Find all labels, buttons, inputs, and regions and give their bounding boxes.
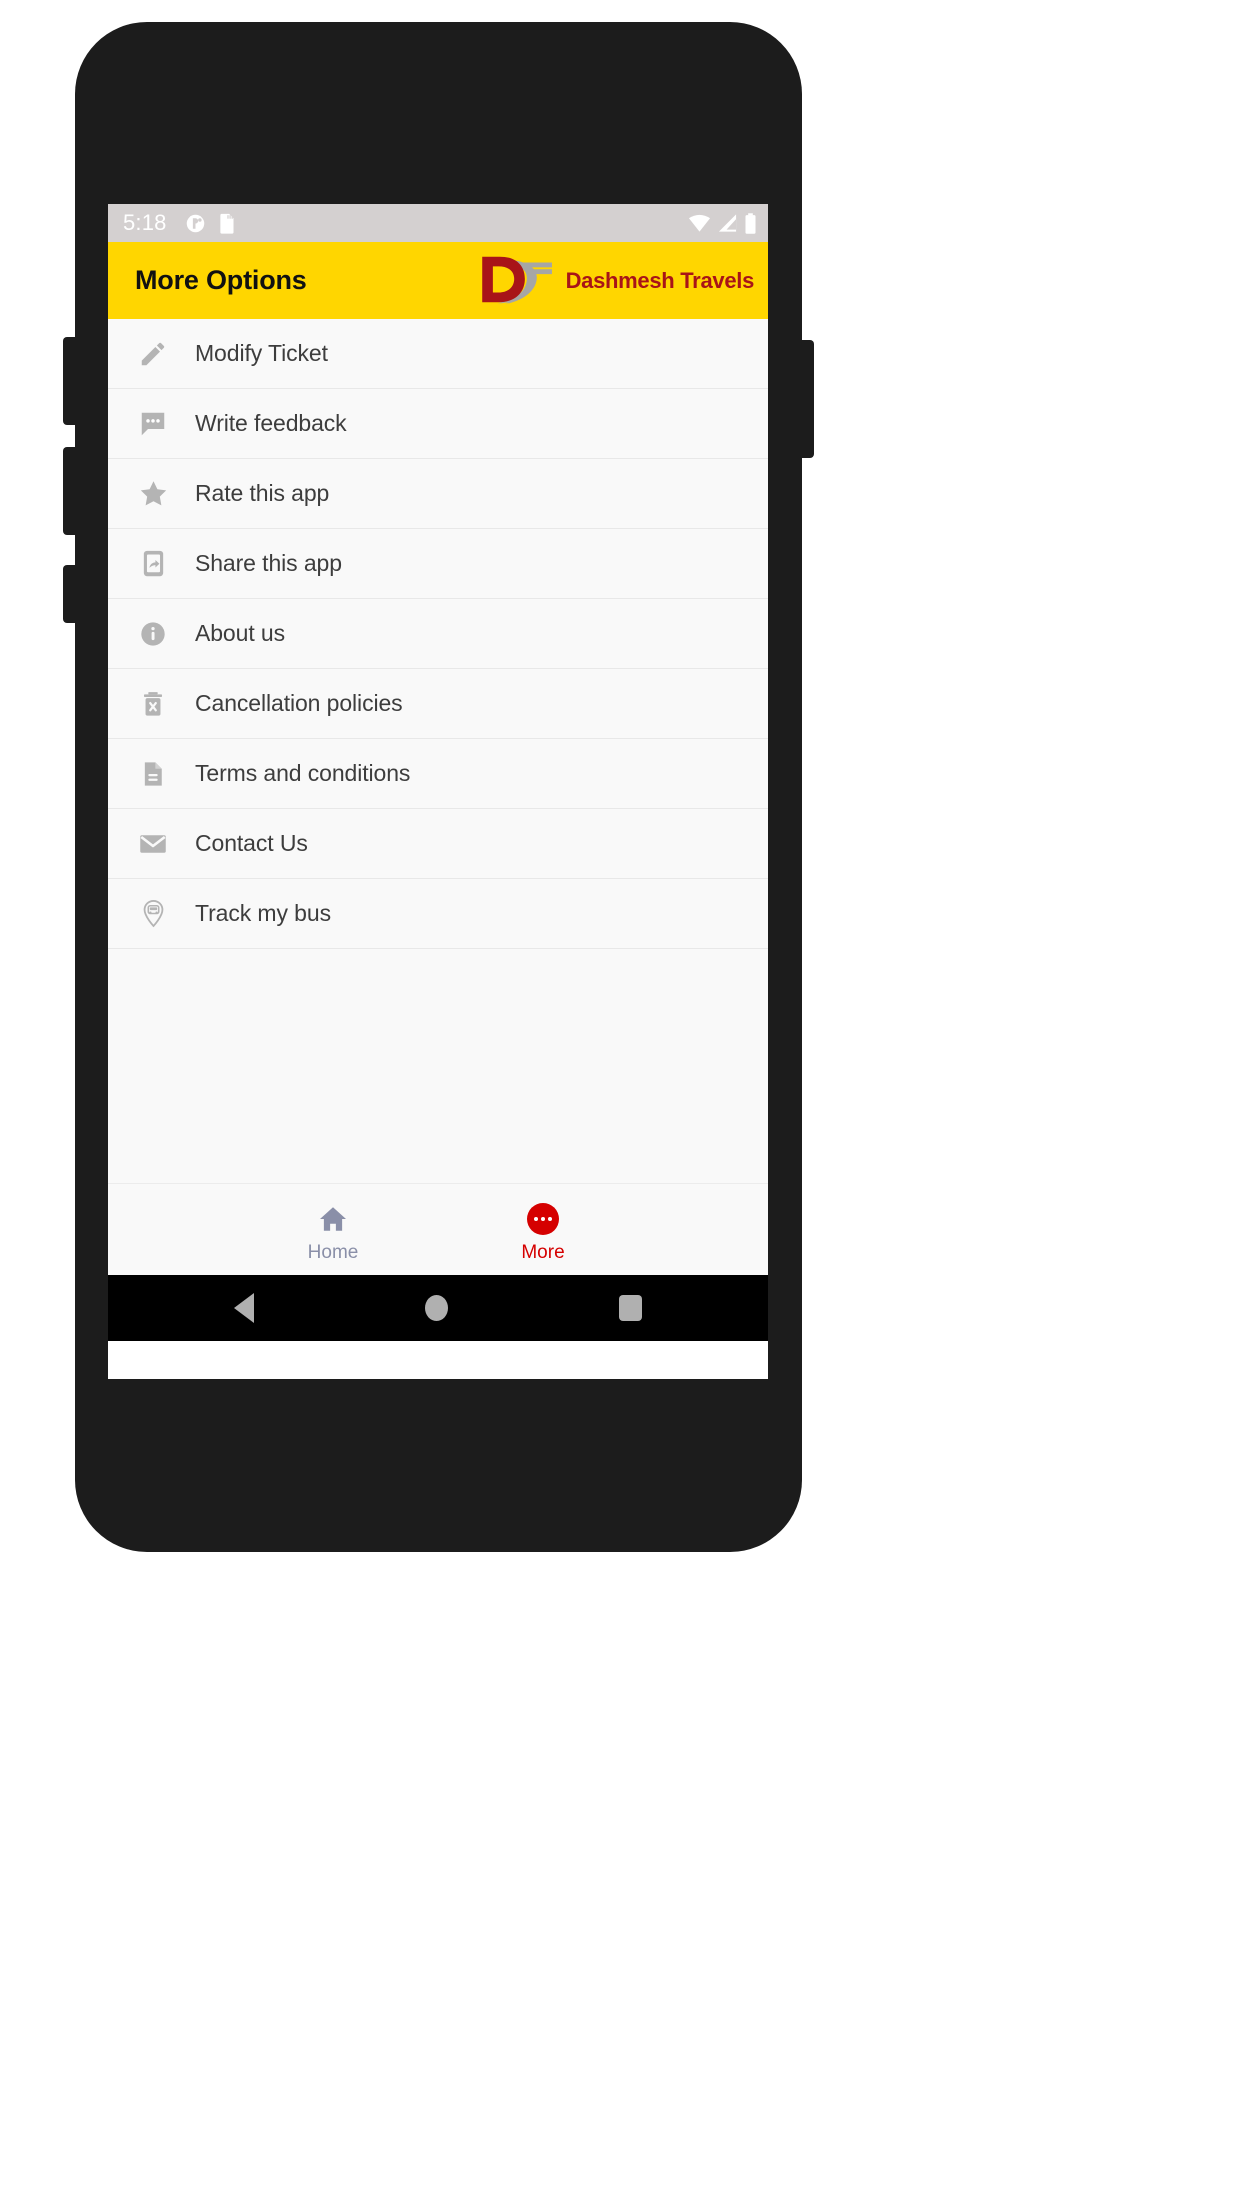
star-icon (136, 477, 170, 511)
sd-card-icon (217, 213, 236, 234)
page-title: More Options (135, 265, 307, 295)
menu-item-label: Rate this app (195, 480, 330, 506)
menu-item-track-my-bus[interactable]: Track my bus (108, 879, 768, 949)
volume-up-button[interactable] (63, 337, 77, 425)
menu-item-rate-this-app[interactable]: Rate this app (108, 459, 768, 529)
brand-logo: Dashmesh Travels (476, 247, 754, 314)
phone-frame: 5:18 More Options Dashmesh Travels Modif… (63, 22, 814, 1552)
pencil-icon (136, 337, 170, 371)
menu-item-label: Write feedback (195, 410, 347, 436)
alarm-or-app-icon (185, 213, 206, 234)
more-options-menu: Modify Ticket Write feedback Rate this a… (108, 319, 768, 1183)
back-icon[interactable] (233, 1293, 254, 1323)
more-dots-icon (527, 1201, 559, 1237)
menu-item-label: Contact Us (195, 830, 308, 856)
menu-item-label: Terms and conditions (195, 760, 411, 786)
nav-tab-more[interactable]: More (485, 1195, 601, 1264)
phone-screen: 5:18 More Options Dashmesh Travels Modif… (108, 204, 768, 1379)
home-icon[interactable] (424, 1295, 448, 1321)
menu-item-cancellation-policies[interactable]: Cancellation policies (108, 669, 768, 739)
menu-item-modify-ticket[interactable]: Modify Ticket (108, 319, 768, 389)
menu-item-label: Cancellation policies (195, 690, 403, 716)
status-clock: 5:18 (123, 210, 167, 235)
envelope-icon (136, 827, 170, 861)
android-system-nav-bar (108, 1275, 768, 1341)
home-icon (317, 1201, 349, 1237)
chat-bubble-icon (136, 407, 170, 441)
app-bar: More Options Dashmesh Travels (108, 242, 768, 319)
wifi-icon (688, 213, 711, 233)
cellular-signal-icon (717, 213, 738, 233)
map-pin-bus-icon (136, 897, 170, 931)
nav-tab-label: Home (307, 1242, 359, 1263)
recents-icon[interactable] (619, 1295, 643, 1321)
menu-item-contact-us[interactable]: Contact Us (108, 809, 768, 879)
brand-logo-text: Dashmesh Travels (565, 267, 755, 293)
menu-item-about-us[interactable]: About us (108, 599, 768, 669)
menu-item-terms-and-conditions[interactable]: Terms and conditions (108, 739, 768, 809)
menu-item-label: Share this app (195, 550, 342, 576)
trash-x-icon (136, 687, 170, 721)
menu-item-label: Track my bus (195, 900, 331, 926)
mute-switch-button[interactable] (63, 565, 77, 623)
menu-item-label: Modify Ticket (195, 340, 328, 366)
battery-icon (744, 212, 757, 234)
menu-item-label: About us (195, 620, 285, 646)
info-circle-icon (136, 617, 170, 651)
menu-item-share-this-app[interactable]: Share this app (108, 529, 768, 599)
bottom-navigation-bar: Home More (108, 1183, 768, 1275)
nav-tab-label: More (521, 1242, 565, 1263)
more-dots-badge (527, 1203, 559, 1235)
brand-logo-mark (476, 247, 564, 314)
status-bar: 5:18 (108, 204, 768, 242)
document-icon (136, 757, 170, 791)
power-button[interactable] (800, 340, 814, 458)
volume-down-button[interactable] (63, 447, 77, 535)
share-phone-icon (136, 547, 170, 581)
nav-tab-home[interactable]: Home (275, 1195, 391, 1264)
menu-item-write-feedback[interactable]: Write feedback (108, 389, 768, 459)
